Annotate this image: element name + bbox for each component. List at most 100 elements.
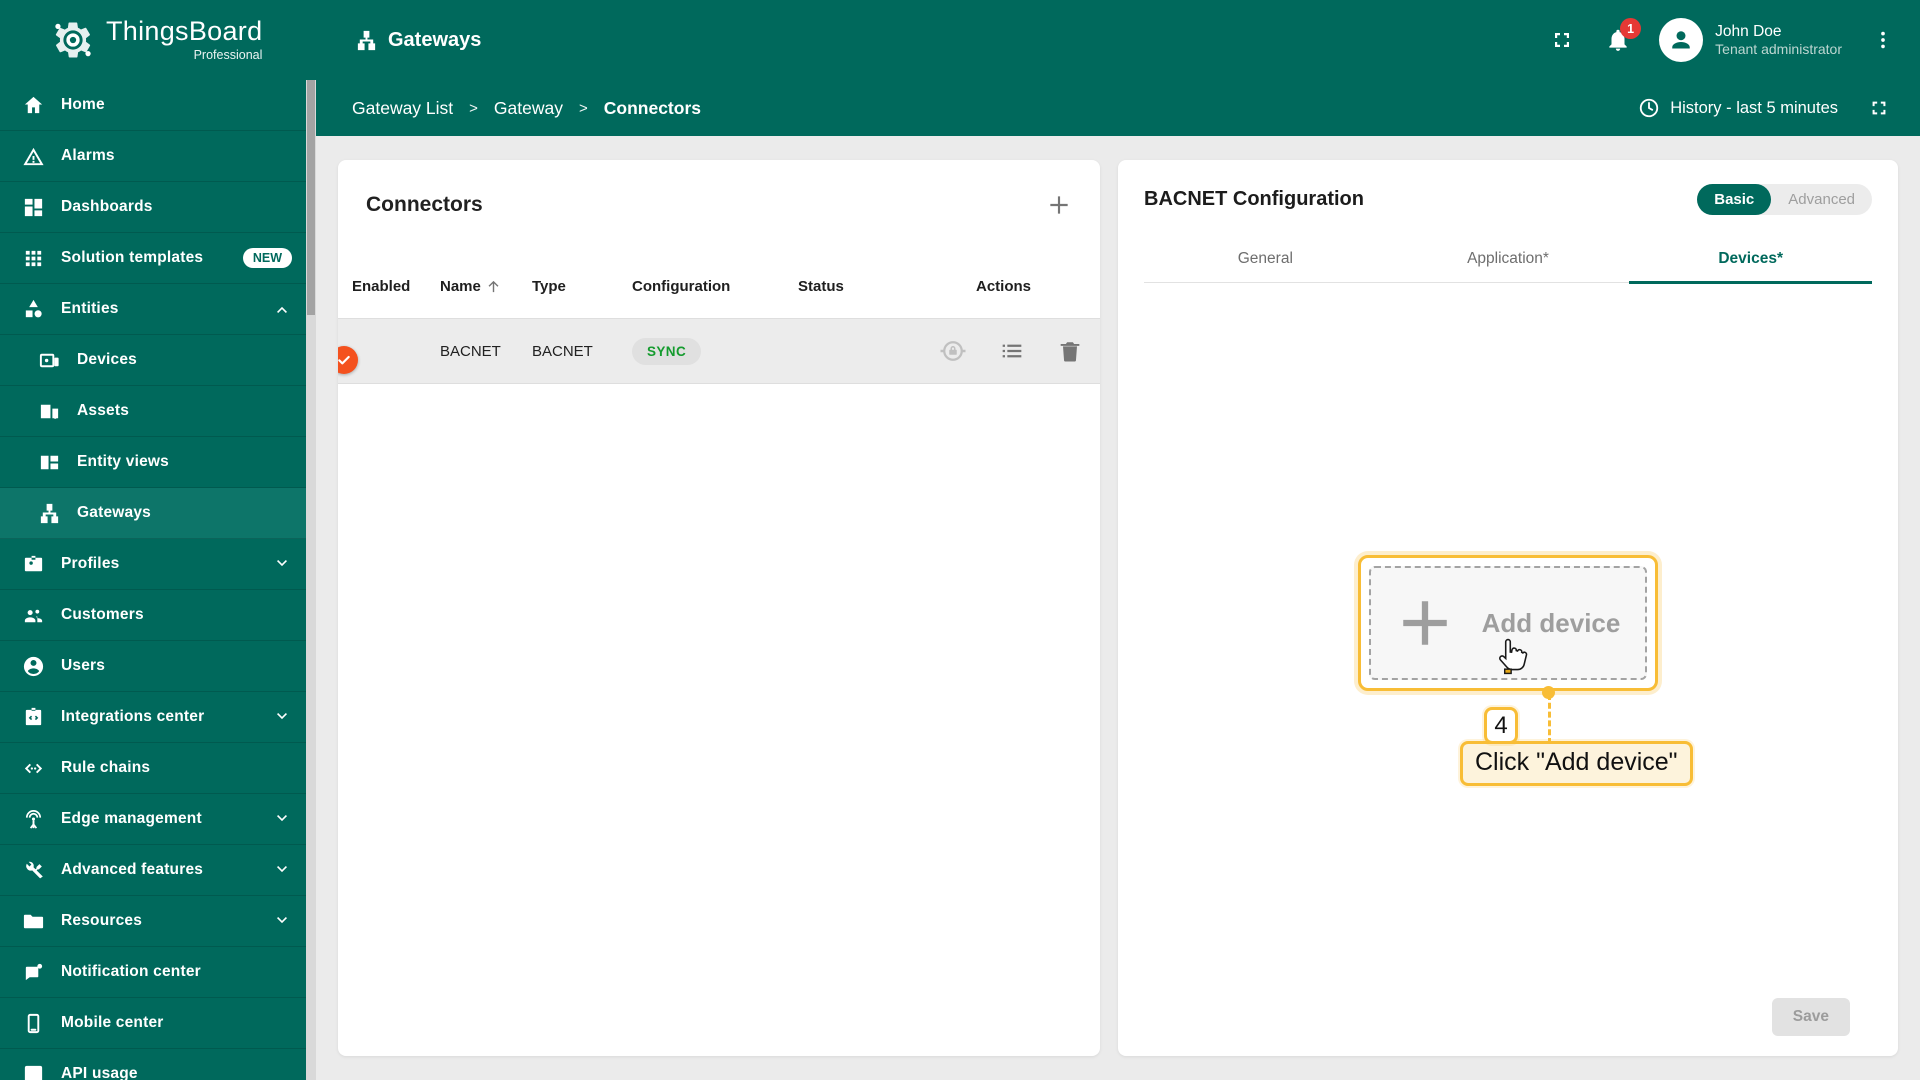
clock-icon (1640, 98, 1659, 118)
sidebar-item-resources[interactable]: Resources (0, 896, 306, 947)
tutorial-step-badge: 4 (1484, 707, 1518, 744)
top-header: ThingsBoard Professional Gateways 1 John… (0, 0, 1920, 80)
column-enabled: Enabled (352, 277, 411, 295)
thingsboard-logo-icon (55, 22, 91, 58)
toggle-advanced[interactable]: Advanced (1771, 184, 1872, 215)
shapes-icon (25, 299, 42, 317)
plus-icon (1050, 196, 1068, 214)
notifications-button[interactable]: 1 (1603, 18, 1642, 55)
connector-row-bacnet[interactable]: BACNET BACNET SYNC (338, 318, 1100, 384)
config-panel-title: BACNET Configuration (1144, 188, 1364, 210)
breadcrumb-separator: > (578, 99, 588, 117)
check-icon (338, 355, 350, 365)
entity-views-icon (40, 455, 59, 469)
tab-devices[interactable]: Devices* (1629, 235, 1873, 284)
tutorial-highlight: Add device 4 Click "Add device" (1358, 555, 1693, 786)
kebab-menu-icon (1881, 31, 1885, 49)
gateway-icon (357, 30, 376, 50)
apps-icon (25, 250, 42, 266)
notification-icon (25, 963, 43, 980)
sidebar-item-rule-chains[interactable]: Rule chains (0, 743, 306, 794)
chevron-down-icon (277, 713, 287, 720)
sidebar-item-notification-center[interactable]: Notification center (0, 947, 306, 998)
sidebar-item-users[interactable]: Users (0, 641, 306, 692)
page-title: Gateways (388, 28, 482, 51)
bacnet-configuration-panel: BACNET Configuration Basic Advanced Gene… (1118, 160, 1898, 1056)
column-name[interactable]: Name (440, 278, 532, 295)
breadcrumb: Gateway List > Gateway > Connectors (352, 98, 701, 119)
gateway-icon (40, 503, 59, 523)
plus-icon (1402, 601, 1447, 645)
brand-name: ThingsBoard (106, 16, 263, 46)
breadcrumb-gateway-list[interactable]: Gateway List (352, 98, 453, 119)
scrollbar-thumb[interactable] (307, 80, 315, 315)
notification-count-badge: 1 (1620, 18, 1642, 39)
chevron-down-icon (277, 866, 287, 873)
alarm-icon (23, 147, 44, 165)
sidebar-item-home[interactable]: Home (0, 80, 306, 131)
sidebar-scrollbar[interactable] (306, 80, 316, 1080)
avatar (1659, 18, 1704, 62)
delete-action-button[interactable] (1056, 337, 1084, 365)
profiles-icon (24, 555, 43, 571)
rpc-action-button[interactable] (938, 336, 968, 366)
sidebar-item-advanced-features[interactable]: Advanced features (0, 845, 306, 896)
column-actions: Actions (976, 277, 1032, 295)
sidebar-item-dashboards[interactable]: Dashboards (0, 182, 306, 233)
sidebar-item-alarms[interactable]: Alarms (0, 131, 306, 182)
home-icon (24, 96, 43, 113)
sidebar-item-edge-management[interactable]: Edge management (0, 794, 306, 845)
chevron-down-icon (277, 917, 287, 924)
sidebar-item-entity-views[interactable]: Entity views (0, 437, 306, 488)
sidebar-item-devices[interactable]: Devices (0, 335, 306, 386)
fullscreen-button[interactable] (1547, 25, 1577, 55)
rule-chains-icon (24, 763, 43, 773)
assets-icon (40, 404, 59, 419)
fullscreen-icon (1555, 33, 1570, 47)
column-type: Type (532, 277, 566, 295)
dashboard-fullscreen-button[interactable] (1864, 93, 1894, 123)
new-badge: NEW (242, 248, 292, 268)
tab-general[interactable]: General (1144, 235, 1387, 284)
basic-advanced-toggle[interactable]: Basic Advanced (1697, 184, 1872, 215)
sidebar-item-assets[interactable]: Assets (0, 386, 306, 437)
sidebar-item-solution-templates[interactable]: Solution templates NEW (0, 233, 306, 284)
chevron-down-icon (277, 560, 287, 567)
hand-cursor-icon (1499, 638, 1528, 675)
sidebar-item-mobile-center[interactable]: Mobile center (0, 998, 306, 1049)
tab-application[interactable]: Application* (1387, 235, 1630, 284)
chevron-up-icon (277, 306, 287, 313)
tutorial-tooltip: Click "Add device" (1460, 741, 1693, 786)
add-device-label: Add device (1481, 607, 1621, 638)
toggle-basic[interactable]: Basic (1697, 184, 1772, 215)
customers-icon (24, 609, 43, 622)
sidebar-item-profiles[interactable]: Profiles (0, 539, 306, 590)
brand-edition: Professional (193, 48, 263, 62)
fullscreen-icon (1872, 101, 1886, 115)
sidebar-item-api-usage[interactable]: API usage (0, 1049, 306, 1080)
connectors-title: Connectors (366, 193, 483, 216)
sidebar-item-customers[interactable]: Customers (0, 590, 306, 641)
history-timewindow-button[interactable]: History - last 5 minutes (1638, 97, 1838, 119)
more-menu-button[interactable] (1868, 25, 1898, 55)
connector-type: BACNET (532, 342, 593, 360)
trash-icon (1060, 342, 1080, 362)
column-configuration: Configuration (632, 277, 731, 295)
breadcrumb-gateway[interactable]: Gateway (494, 98, 563, 119)
sidebar-item-gateways[interactable]: Gateways (0, 488, 306, 539)
user-role: Tenant administrator (1715, 40, 1842, 57)
rpc-lock-icon (940, 341, 966, 361)
logs-action-button[interactable] (998, 337, 1026, 365)
list-icon (1002, 344, 1022, 358)
column-status: Status (798, 277, 844, 295)
sidebar-item-entities[interactable]: Entities (0, 284, 306, 335)
user-menu[interactable]: John Doe Tenant administrator (1659, 18, 1842, 62)
save-button[interactable]: Save (1771, 998, 1850, 1036)
advanced-icon (26, 861, 43, 878)
brand-logo[interactable]: ThingsBoard Professional (0, 18, 313, 62)
sidebar-item-integrations-center[interactable]: Integrations center (0, 692, 306, 743)
folder-icon (23, 914, 44, 928)
mobile-icon (27, 1013, 40, 1033)
add-connector-button[interactable] (1044, 190, 1074, 220)
api-usage-icon (24, 1065, 43, 1080)
